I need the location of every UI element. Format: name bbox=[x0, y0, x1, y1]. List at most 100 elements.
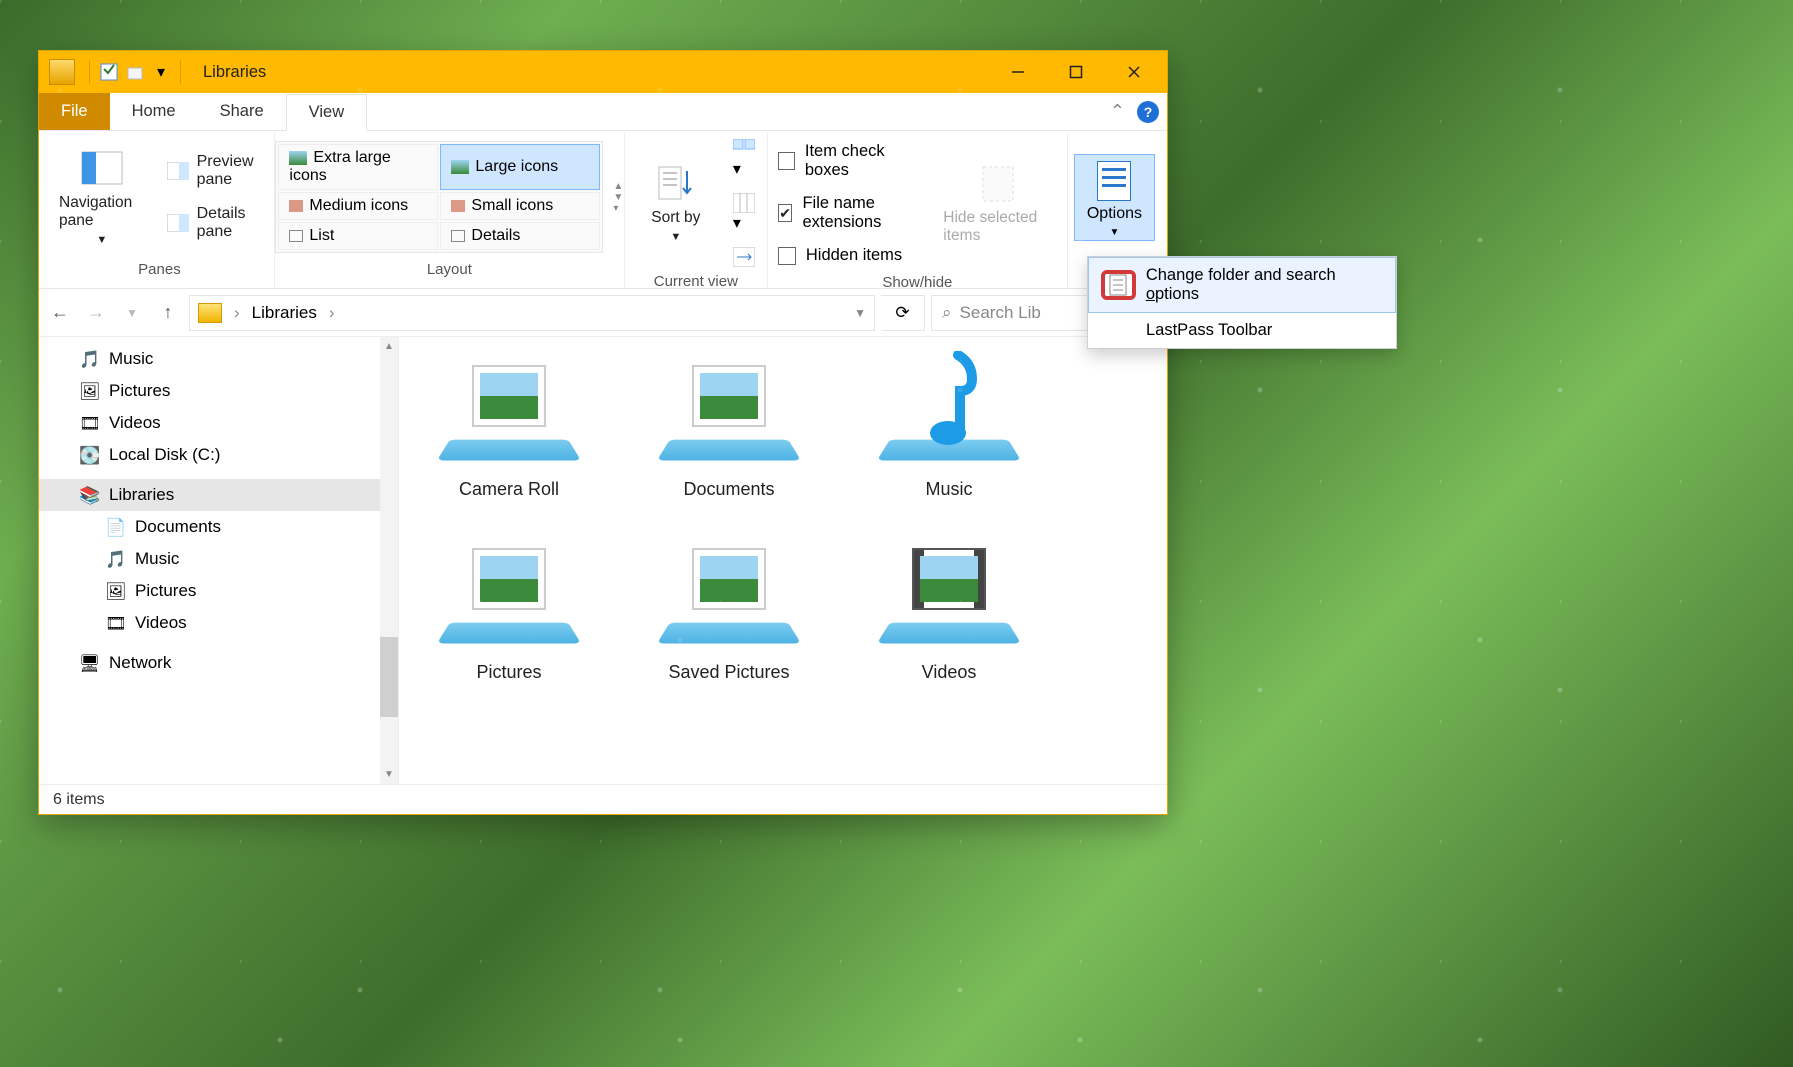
tree-item-lib-documents[interactable]: 📄Documents bbox=[39, 511, 398, 543]
tab-view[interactable]: View bbox=[286, 94, 367, 131]
breadcrumb-dropdown-icon[interactable]: ▼ bbox=[854, 306, 866, 320]
library-pictures[interactable]: Pictures bbox=[429, 540, 589, 683]
tab-file[interactable]: File bbox=[39, 93, 110, 130]
search-placeholder: Search Lib bbox=[960, 303, 1041, 323]
breadcrumb[interactable]: › Libraries › ▼ bbox=[189, 295, 875, 331]
disk-icon: 💽 bbox=[79, 446, 99, 464]
tree-item-libraries[interactable]: 📚Libraries bbox=[39, 479, 398, 511]
layout-scroll[interactable]: ▲▼▾ bbox=[609, 181, 623, 214]
file-explorer-window: ▾ Libraries File Home Share View ⌃ ? Nav… bbox=[38, 50, 1168, 815]
chevron-down-icon: ▼ bbox=[1109, 227, 1119, 238]
videos-icon: 🎞 bbox=[105, 614, 125, 632]
options-button[interactable]: Options ▼ bbox=[1074, 154, 1155, 241]
tree-scrollbar-thumb[interactable] bbox=[380, 637, 398, 717]
library-label: Pictures bbox=[476, 662, 541, 683]
library-label: Music bbox=[925, 479, 972, 500]
tree-item-lib-music[interactable]: 🎵Music bbox=[39, 543, 398, 575]
sort-by-button[interactable]: Sort by ▼ bbox=[631, 159, 721, 247]
library-videos[interactable]: Videos bbox=[869, 540, 1029, 683]
chevron-down-icon: ▼ bbox=[670, 231, 681, 243]
collapse-ribbon-icon[interactable]: ⌃ bbox=[1110, 101, 1125, 122]
layout-small[interactable]: Small icons bbox=[440, 192, 600, 220]
options-icon bbox=[1097, 161, 1131, 201]
tree-item-videos[interactable]: 🎞Videos bbox=[39, 407, 398, 439]
add-columns-icon[interactable]: ▾ bbox=[733, 193, 755, 233]
music-icon: 🎵 bbox=[105, 550, 125, 568]
recent-dropdown[interactable]: ▼ bbox=[117, 298, 147, 328]
menu-lastpass-toolbar[interactable]: LastPass Toolbar bbox=[1088, 313, 1396, 348]
size-columns-icon[interactable] bbox=[733, 247, 755, 267]
group-current-view: Sort by ▼ ▾ ▾ Current view bbox=[625, 133, 768, 288]
menu-change-folder-options[interactable]: Change folder and search options bbox=[1088, 257, 1396, 313]
qat-properties-icon[interactable] bbox=[98, 61, 120, 83]
tree-item-pictures[interactable]: 🖼Pictures bbox=[39, 375, 398, 407]
library-music[interactable]: Music bbox=[869, 357, 1029, 500]
layout-list[interactable]: List bbox=[278, 222, 438, 250]
breadcrumb-libraries[interactable]: Libraries bbox=[252, 303, 317, 323]
items-pane[interactable]: Camera Roll A Documents Music Pictures S… bbox=[399, 337, 1167, 784]
tree-item-localdisk[interactable]: 💽Local Disk (C:) bbox=[39, 439, 398, 471]
chevron-down-icon: ▼ bbox=[96, 234, 107, 246]
layout-medium[interactable]: Medium icons bbox=[278, 192, 438, 220]
address-bar: ← → ▼ ↑ › Libraries › ▼ ⟳ ⌕ Search Lib bbox=[39, 289, 1167, 337]
tab-share[interactable]: Share bbox=[198, 93, 286, 130]
options-label: Options bbox=[1087, 205, 1142, 223]
status-item-count: 6 items bbox=[53, 791, 105, 809]
layout-gallery[interactable]: Extra large icons Large icons Medium ico… bbox=[275, 141, 603, 253]
menu-change-folder-label: Change folder and search options bbox=[1146, 266, 1383, 304]
group-panes: Navigation pane ▼ Preview pane Details p… bbox=[45, 133, 275, 288]
minimize-button[interactable] bbox=[989, 51, 1047, 93]
menu-lastpass-label: LastPass Toolbar bbox=[1146, 321, 1272, 340]
back-button[interactable]: ← bbox=[45, 298, 75, 328]
refresh-button[interactable]: ⟳ bbox=[881, 295, 925, 331]
hide-selected-button[interactable]: Hide selected items bbox=[935, 159, 1061, 249]
status-bar: 6 items bbox=[39, 784, 1167, 814]
videos-icon: 🎞 bbox=[79, 414, 99, 432]
navigation-tree[interactable]: ▲▼ 🎵Music 🖼Pictures 🎞Videos 💽Local Disk … bbox=[39, 337, 399, 784]
maximize-button[interactable] bbox=[1047, 51, 1105, 93]
separator bbox=[180, 60, 181, 84]
content-area: ▲▼ 🎵Music 🖼Pictures 🎞Videos 💽Local Disk … bbox=[39, 337, 1167, 784]
tree-item-lib-pictures[interactable]: 🖼Pictures bbox=[39, 575, 398, 607]
group-by-icon[interactable]: ▾ bbox=[733, 139, 755, 179]
checkbox-file-extensions[interactable]: ✔File name extensions bbox=[774, 191, 929, 235]
tree-item-lib-videos[interactable]: 🎞Videos bbox=[39, 607, 398, 639]
ribbon-tabs: File Home Share View ⌃ ? bbox=[39, 93, 1167, 131]
separator bbox=[89, 60, 90, 84]
explorer-app-icon bbox=[49, 59, 75, 85]
libraries-folder-icon bbox=[198, 303, 222, 323]
hide-selected-label: Hide selected items bbox=[943, 209, 1053, 245]
details-pane-button[interactable]: Details pane bbox=[159, 202, 268, 244]
window-title: Libraries bbox=[203, 63, 266, 82]
library-documents[interactable]: A Documents bbox=[649, 357, 809, 500]
group-panes-label: Panes bbox=[138, 255, 181, 288]
forward-button[interactable]: → bbox=[81, 298, 111, 328]
documents-icon: 📄 bbox=[105, 518, 125, 536]
layout-large[interactable]: Large icons bbox=[440, 144, 600, 190]
tab-home[interactable]: Home bbox=[110, 93, 198, 130]
close-button[interactable] bbox=[1105, 51, 1163, 93]
preview-pane-label: Preview pane bbox=[197, 153, 260, 189]
library-camera-roll[interactable]: Camera Roll bbox=[429, 357, 589, 500]
library-saved-pictures[interactable]: Saved Pictures bbox=[649, 540, 809, 683]
checkbox-item-checkboxes[interactable]: Item check boxes bbox=[774, 139, 929, 183]
qat-newfolder-icon[interactable] bbox=[124, 61, 146, 83]
group-show-hide: Item check boxes ✔File name extensions H… bbox=[768, 133, 1068, 288]
library-label: Videos bbox=[922, 662, 977, 683]
group-layout: Extra large icons Large icons Medium ico… bbox=[275, 133, 625, 288]
highlighted-options-icon bbox=[1101, 270, 1136, 300]
tree-item-network[interactable]: 🖥Network bbox=[39, 647, 398, 679]
layout-details[interactable]: Details bbox=[440, 222, 600, 250]
group-layout-label: Layout bbox=[427, 255, 472, 288]
qat-dropdown-icon[interactable]: ▾ bbox=[150, 61, 172, 83]
preview-pane-button[interactable]: Preview pane bbox=[159, 150, 268, 192]
tree-item-music[interactable]: 🎵Music bbox=[39, 343, 398, 375]
window-buttons bbox=[989, 51, 1163, 93]
layout-extra-large[interactable]: Extra large icons bbox=[278, 144, 438, 190]
library-label: Saved Pictures bbox=[668, 662, 789, 683]
help-icon[interactable]: ? bbox=[1137, 101, 1159, 123]
checkbox-hidden-items[interactable]: Hidden items bbox=[774, 243, 929, 268]
navigation-pane-button[interactable]: Navigation pane ▼ bbox=[51, 144, 153, 250]
svg-text:A: A bbox=[702, 371, 719, 396]
up-button[interactable]: ↑ bbox=[153, 298, 183, 328]
